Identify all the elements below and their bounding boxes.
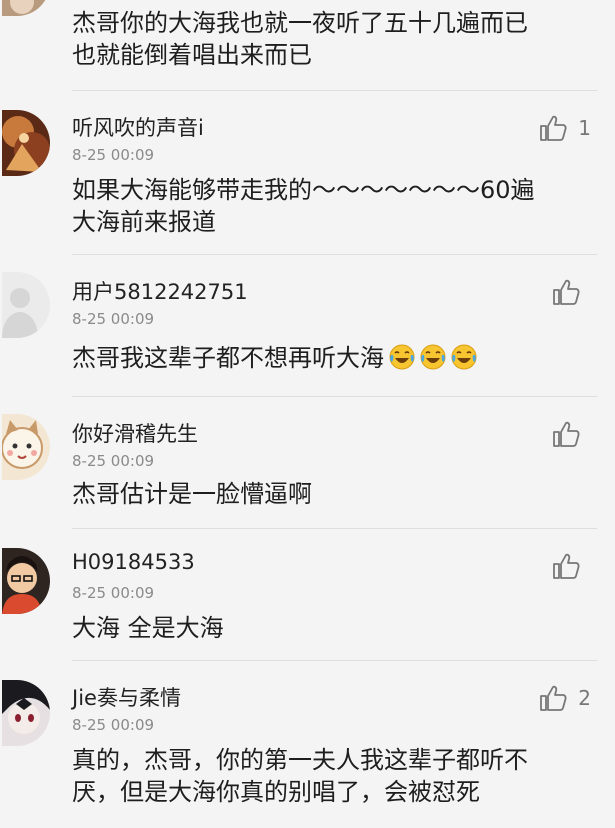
timestamp: 8-25 00:09 [72,310,155,328]
thumbs-up-icon [553,421,580,447]
like-button[interactable] [551,419,591,449]
username[interactable]: 你好滑稽先生 [72,418,198,448]
comment-text: 真的，杰哥，你的第一夫人我这辈子都听不 厌，但是大海你真的别唱了，会被怼死 [72,746,528,806]
comment-text: 杰哥我这辈子都不想再听大海 [72,342,602,374]
thumbs-up-icon [540,115,567,141]
laugh-cry-emoji [389,344,415,370]
comment-item: 杰哥你的大海我也就一夜听了五十几遍而已 也就能倒着唱出来而已 [0,0,615,92]
comment-item: Jie奏与柔情 8-25 00:09 2 真的，杰哥，你的第一夫人我这辈子都听不… [0,662,615,828]
timestamp: 8-25 00:09 [72,452,155,470]
like-button[interactable] [551,551,591,581]
divider [72,254,597,255]
comment-text: 大海 全是大海 [72,614,224,642]
comment-item: 用户5812242751 8-25 00:09 杰哥我这辈子都不想再听大海 [0,256,615,398]
avatar[interactable] [2,548,50,614]
timestamp: 8-25 00:09 [72,584,155,602]
avatar[interactable] [2,414,50,480]
divider [72,660,597,661]
divider [72,396,597,397]
like-button[interactable]: 2 [538,683,591,713]
comment-text: 杰哥估计是一脸懵逼啊 [72,480,312,508]
thumbs-up-icon [540,685,567,711]
divider [72,90,597,91]
username[interactable]: Jie奏与柔情 [72,682,181,712]
comment-list: 杰哥你的大海我也就一夜听了五十几遍而已 也就能倒着唱出来而已 听风吹的声音i 8… [0,0,615,828]
timestamp: 8-25 00:09 [72,146,155,164]
avatar[interactable] [2,680,50,746]
comment-text: 如果大海能够带走我的～～～～～～～60遍 大海前来报道 [72,176,535,236]
comment-text: 杰哥你的大海我也就一夜听了五十几遍而已 也就能倒着唱出来而已 [72,9,528,69]
laugh-cry-emoji [451,344,477,370]
username[interactable]: 听风吹的声音i [72,112,204,142]
like-button[interactable] [551,277,591,307]
thumbs-up-icon [553,279,580,305]
laugh-cry-emoji [420,344,446,370]
timestamp: 8-25 00:09 [72,716,155,734]
like-count: 1 [578,116,591,140]
avatar[interactable] [2,110,50,176]
like-count: 2 [578,686,591,710]
comment-item: H09184533 8-25 00:09 大海 全是大海 [0,530,615,662]
like-button[interactable]: 1 [538,113,591,143]
comment-text-body: 杰哥我这辈子都不想再听大海 [72,344,384,372]
comment-item: 听风吹的声音i 8-25 00:09 1 如果大海能够带走我的～～～～～～～60… [0,92,615,256]
thumbs-up-icon [553,553,580,579]
username[interactable]: 用户5812242751 [72,276,248,306]
comment-item: 你好滑稽先生 8-25 00:09 杰哥估计是一脸懵逼啊 [0,398,615,530]
divider [72,528,597,529]
username[interactable]: H09184533 [72,550,195,574]
avatar[interactable] [2,0,50,16]
avatar[interactable] [2,272,50,338]
